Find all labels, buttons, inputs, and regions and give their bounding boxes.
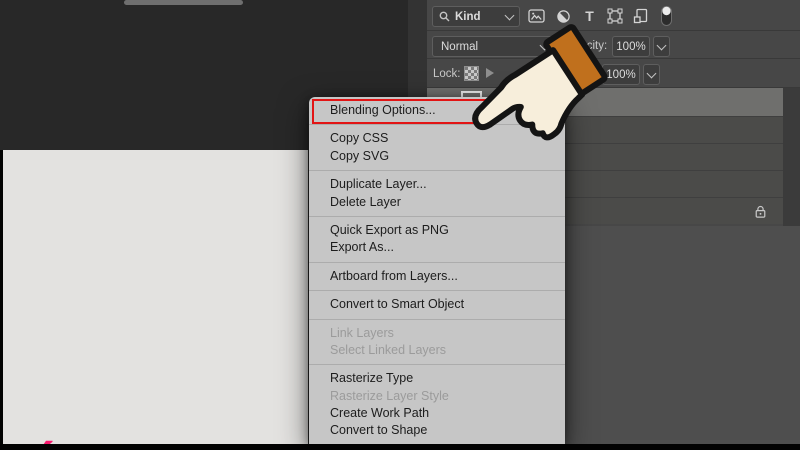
menu-item-copy-svg[interactable]: Copy SVG	[309, 148, 565, 165]
layer-filter-icons: T	[526, 5, 673, 27]
menu-item-rasterize-type[interactable]: Rasterize Type	[309, 370, 565, 387]
type-layer-filter-icon[interactable]: T	[583, 9, 596, 23]
menu-item-copy-css[interactable]: Copy CSS	[309, 130, 565, 147]
svg-text:T: T	[585, 9, 594, 23]
kind-filter-label: Kind	[455, 10, 481, 23]
filter-toggle-switch[interactable]	[660, 5, 673, 27]
horizontal-scrollbar-thumb[interactable]	[124, 0, 243, 5]
screen-bottom-strip	[0, 444, 800, 450]
blend-mode-value: Normal	[441, 40, 479, 53]
layers-filter-row: Kind T	[427, 0, 800, 31]
menu-separator	[309, 170, 565, 172]
canvas-edge-strip	[0, 150, 3, 444]
menu-item-rasterize-layer-style: Rasterize Layer Style	[330, 388, 449, 403]
annotation-highlight-box	[312, 99, 487, 124]
fill-label: Fill:	[583, 69, 601, 81]
opacity-label: Opacity:	[565, 40, 608, 52]
opacity-value-field[interactable]: 100%	[612, 36, 650, 57]
menu-item-convert-to-shape[interactable]: Convert to Shape	[309, 422, 565, 439]
menu-item-quick-export-png[interactable]: Quick Export as PNG	[309, 222, 565, 239]
fill-value-field[interactable]: 100%	[602, 64, 640, 85]
shape-layer-filter-icon[interactable]	[607, 8, 623, 24]
menu-item-link-layers: Link Layers	[330, 325, 394, 340]
opacity-value: 100%	[616, 40, 646, 53]
menu-item-export-as[interactable]: Export As...	[309, 239, 565, 256]
menu-item-duplicate-layer[interactable]: Duplicate Layer...	[309, 176, 565, 193]
pixel-layer-filter-icon[interactable]	[528, 9, 545, 23]
menu-item-delete-layer[interactable]: Delete Layer	[309, 194, 565, 211]
chevron-down-icon	[504, 10, 515, 20]
layer-list-gutter	[783, 88, 800, 226]
chevron-down-icon	[656, 40, 667, 50]
artboard-document: gắn	[0, 150, 308, 450]
menu-separator	[309, 124, 565, 126]
photoshop-screenshot: gắn Kind	[0, 0, 800, 450]
menu-separator	[309, 290, 565, 292]
opacity-dropdown-button[interactable]	[653, 36, 670, 57]
kind-filter-dropdown[interactable]: Kind	[432, 6, 520, 27]
lock-label: Lock:	[433, 68, 461, 80]
menu-separator	[309, 215, 565, 217]
chevron-down-icon	[539, 40, 550, 50]
adjustment-layer-filter-icon[interactable]	[556, 9, 571, 24]
lock-position-icon[interactable]	[486, 68, 494, 78]
menu-item-artboard-from-layers[interactable]: Artboard from Layers...	[309, 268, 565, 285]
blend-mode-dropdown[interactable]: Normal	[432, 36, 557, 57]
smart-object-filter-icon[interactable]	[633, 8, 649, 24]
layer-lock-icon	[754, 205, 767, 224]
menu-separator	[309, 261, 565, 263]
fill-value: 100%	[606, 68, 636, 81]
chevron-down-icon	[646, 68, 657, 78]
lock-row: Lock: Fill: 100%	[427, 59, 800, 88]
menu-item-create-work-path[interactable]: Create Work Path	[309, 405, 565, 422]
menu-item-select-linked-layers: Select Linked Layers	[330, 342, 447, 357]
search-icon	[439, 11, 450, 22]
fill-dropdown-button[interactable]	[643, 64, 660, 85]
menu-separator	[309, 318, 565, 320]
layer-context-menu: Blending Options... Copy CSS Copy SVG Du…	[309, 97, 565, 444]
menu-separator	[309, 364, 565, 366]
blend-mode-row: Normal Opacity: 100%	[427, 31, 800, 59]
menu-item-convert-to-smart-object[interactable]: Convert to Smart Object	[309, 296, 565, 313]
lock-transparency-button[interactable]	[464, 66, 479, 81]
